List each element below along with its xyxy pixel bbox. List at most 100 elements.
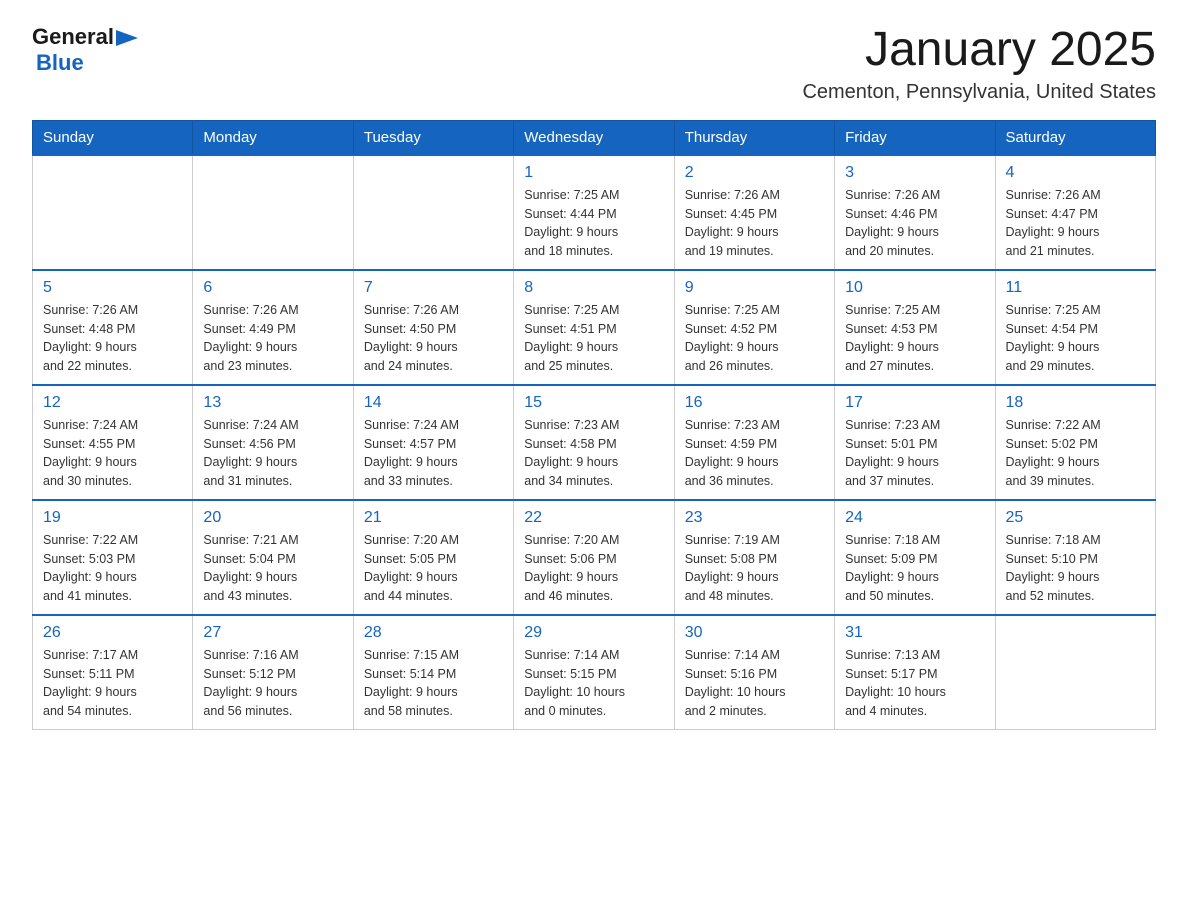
day-number: 19 <box>43 509 182 527</box>
logo-flag-icon <box>116 30 138 50</box>
calendar-cell <box>33 155 193 270</box>
week-row-3: 12 Sunrise: 7:24 AM Sunset: 4:55 PM Dayli… <box>33 385 1156 500</box>
day-number: 26 <box>43 624 182 642</box>
calendar-cell: 6Sunrise: 7:26 AM Sunset: 4:49 PM Daylig… <box>193 270 353 385</box>
week-row-4: 19 Sunrise: 7:22 AM Sunset: 5:03 PM Dayli… <box>33 500 1156 615</box>
day-number: 27 <box>203 624 342 642</box>
calendar-cell: 3Sunrise: 7:26 AM Sunset: 4:46 PM Daylig… <box>835 155 995 270</box>
calendar-cell: 21Sunrise: 7:20 AM Sunset: 5:05 PM Dayli… <box>353 500 513 615</box>
day-number: 24 <box>845 509 984 527</box>
day-info: Sunrise: 7:17 AM Sunset: 5:11 PM Dayligh… <box>43 646 182 721</box>
calendar-cell: 11Sunrise: 7:25 AM Sunset: 4:54 PM Dayli… <box>995 270 1155 385</box>
calendar-header-row: SundayMondayTuesdayWednesdayThursdayFrid… <box>33 120 1156 155</box>
calendar-cell: 25 Sunrise: 7:18 AM Sunset: 5:10 PM Dayli… <box>995 500 1155 615</box>
day-number: 8 <box>524 279 663 297</box>
day-number: 29 <box>524 624 663 642</box>
day-info: Sunrise: 7:20 AM Sunset: 5:05 PM Dayligh… <box>364 531 503 606</box>
day-info: Sunrise: 7:14 AM Sunset: 5:15 PM Dayligh… <box>524 646 663 721</box>
day-number: 5 <box>43 279 182 297</box>
calendar-cell: 14Sunrise: 7:24 AM Sunset: 4:57 PM Dayli… <box>353 385 513 500</box>
calendar-header-tuesday: Tuesday <box>353 120 513 155</box>
day-number: 2 <box>685 164 824 182</box>
day-info: Sunrise: 7:25 AM Sunset: 4:52 PM Dayligh… <box>685 301 824 376</box>
day-info: Sunrise: 7:26 AM Sunset: 4:45 PM Dayligh… <box>685 186 824 261</box>
day-number: 31 <box>845 624 984 642</box>
day-info: Sunrise: 7:20 AM Sunset: 5:06 PM Dayligh… <box>524 531 663 606</box>
day-number: 22 <box>524 509 663 527</box>
week-row-5: 26 Sunrise: 7:17 AM Sunset: 5:11 PM Dayli… <box>33 615 1156 730</box>
logo-blue-text: Blue <box>36 50 84 76</box>
title-block: January 2025 Cementon, Pennsylvania, Uni… <box>802 24 1156 104</box>
day-info: Sunrise: 7:23 AM Sunset: 5:01 PM Dayligh… <box>845 416 984 491</box>
day-info: Sunrise: 7:24 AM Sunset: 4:55 PM Dayligh… <box>43 416 182 491</box>
calendar-cell: 29 Sunrise: 7:14 AM Sunset: 5:15 PM Dayli… <box>514 615 674 730</box>
day-number: 9 <box>685 279 824 297</box>
calendar-cell: 30Sunrise: 7:14 AM Sunset: 5:16 PM Dayli… <box>674 615 834 730</box>
calendar-header-sunday: Sunday <box>33 120 193 155</box>
day-number: 28 <box>364 624 503 642</box>
day-info: Sunrise: 7:26 AM Sunset: 4:47 PM Dayligh… <box>1006 186 1145 261</box>
calendar-cell: 17 Sunrise: 7:23 AM Sunset: 5:01 PM Dayli… <box>835 385 995 500</box>
calendar-cell <box>353 155 513 270</box>
day-info: Sunrise: 7:25 AM Sunset: 4:44 PM Dayligh… <box>524 186 663 261</box>
day-info: Sunrise: 7:25 AM Sunset: 4:51 PM Dayligh… <box>524 301 663 376</box>
calendar-cell: 7 Sunrise: 7:26 AM Sunset: 4:50 PM Daylig… <box>353 270 513 385</box>
calendar-header-friday: Friday <box>835 120 995 155</box>
calendar-cell: 1Sunrise: 7:25 AM Sunset: 4:44 PM Daylig… <box>514 155 674 270</box>
day-info: Sunrise: 7:23 AM Sunset: 4:59 PM Dayligh… <box>685 416 824 491</box>
calendar-cell <box>193 155 353 270</box>
day-info: Sunrise: 7:25 AM Sunset: 4:53 PM Dayligh… <box>845 301 984 376</box>
calendar-cell: 27Sunrise: 7:16 AM Sunset: 5:12 PM Dayli… <box>193 615 353 730</box>
calendar-cell: 2 Sunrise: 7:26 AM Sunset: 4:45 PM Daylig… <box>674 155 834 270</box>
day-number: 6 <box>203 279 342 297</box>
day-info: Sunrise: 7:14 AM Sunset: 5:16 PM Dayligh… <box>685 646 824 721</box>
page-header: General Blue January 2025 Cementon, Penn… <box>32 24 1156 104</box>
calendar-cell: 28 Sunrise: 7:15 AM Sunset: 5:14 PM Dayli… <box>353 615 513 730</box>
calendar-cell: 24Sunrise: 7:18 AM Sunset: 5:09 PM Dayli… <box>835 500 995 615</box>
day-info: Sunrise: 7:22 AM Sunset: 5:03 PM Dayligh… <box>43 531 182 606</box>
day-number: 3 <box>845 164 984 182</box>
calendar-cell <box>995 615 1155 730</box>
day-number: 7 <box>364 279 503 297</box>
day-number: 25 <box>1006 509 1145 527</box>
calendar-cell: 4Sunrise: 7:26 AM Sunset: 4:47 PM Daylig… <box>995 155 1155 270</box>
calendar-cell: 23Sunrise: 7:19 AM Sunset: 5:08 PM Dayli… <box>674 500 834 615</box>
day-info: Sunrise: 7:24 AM Sunset: 4:56 PM Dayligh… <box>203 416 342 491</box>
calendar-cell: 31 Sunrise: 7:13 AM Sunset: 5:17 PM Dayli… <box>835 615 995 730</box>
day-info: Sunrise: 7:25 AM Sunset: 4:54 PM Dayligh… <box>1006 301 1145 376</box>
day-info: Sunrise: 7:26 AM Sunset: 4:50 PM Dayligh… <box>364 301 503 376</box>
calendar-cell: 13 Sunrise: 7:24 AM Sunset: 4:56 PM Dayli… <box>193 385 353 500</box>
day-info: Sunrise: 7:13 AM Sunset: 5:17 PM Dayligh… <box>845 646 984 721</box>
day-number: 20 <box>203 509 342 527</box>
week-row-1: 1Sunrise: 7:25 AM Sunset: 4:44 PM Daylig… <box>33 155 1156 270</box>
logo-general-text: General <box>32 24 114 50</box>
day-info: Sunrise: 7:24 AM Sunset: 4:57 PM Dayligh… <box>364 416 503 491</box>
calendar-cell: 16 Sunrise: 7:23 AM Sunset: 4:59 PM Dayli… <box>674 385 834 500</box>
day-info: Sunrise: 7:19 AM Sunset: 5:08 PM Dayligh… <box>685 531 824 606</box>
day-number: 16 <box>685 394 824 412</box>
calendar-cell: 18 Sunrise: 7:22 AM Sunset: 5:02 PM Dayli… <box>995 385 1155 500</box>
calendar-cell: 5 Sunrise: 7:26 AM Sunset: 4:48 PM Daylig… <box>33 270 193 385</box>
calendar-cell: 10Sunrise: 7:25 AM Sunset: 4:53 PM Dayli… <box>835 270 995 385</box>
day-info: Sunrise: 7:23 AM Sunset: 4:58 PM Dayligh… <box>524 416 663 491</box>
calendar-cell: 9 Sunrise: 7:25 AM Sunset: 4:52 PM Daylig… <box>674 270 834 385</box>
day-number: 12 <box>43 394 182 412</box>
calendar-table: SundayMondayTuesdayWednesdayThursdayFrid… <box>32 120 1156 730</box>
day-info: Sunrise: 7:26 AM Sunset: 4:48 PM Dayligh… <box>43 301 182 376</box>
day-info: Sunrise: 7:18 AM Sunset: 5:10 PM Dayligh… <box>1006 531 1145 606</box>
day-number: 13 <box>203 394 342 412</box>
calendar-cell: 19 Sunrise: 7:22 AM Sunset: 5:03 PM Dayli… <box>33 500 193 615</box>
calendar-header-saturday: Saturday <box>995 120 1155 155</box>
calendar-cell: 12 Sunrise: 7:24 AM Sunset: 4:55 PM Dayli… <box>33 385 193 500</box>
day-info: Sunrise: 7:15 AM Sunset: 5:14 PM Dayligh… <box>364 646 503 721</box>
week-row-2: 5 Sunrise: 7:26 AM Sunset: 4:48 PM Daylig… <box>33 270 1156 385</box>
calendar-cell: 20Sunrise: 7:21 AM Sunset: 5:04 PM Dayli… <box>193 500 353 615</box>
day-info: Sunrise: 7:22 AM Sunset: 5:02 PM Dayligh… <box>1006 416 1145 491</box>
calendar-header-wednesday: Wednesday <box>514 120 674 155</box>
calendar-header-thursday: Thursday <box>674 120 834 155</box>
day-number: 17 <box>845 394 984 412</box>
calendar-cell: 8 Sunrise: 7:25 AM Sunset: 4:51 PM Daylig… <box>514 270 674 385</box>
calendar-header-monday: Monday <box>193 120 353 155</box>
calendar-cell: 22 Sunrise: 7:20 AM Sunset: 5:06 PM Dayli… <box>514 500 674 615</box>
day-number: 18 <box>1006 394 1145 412</box>
